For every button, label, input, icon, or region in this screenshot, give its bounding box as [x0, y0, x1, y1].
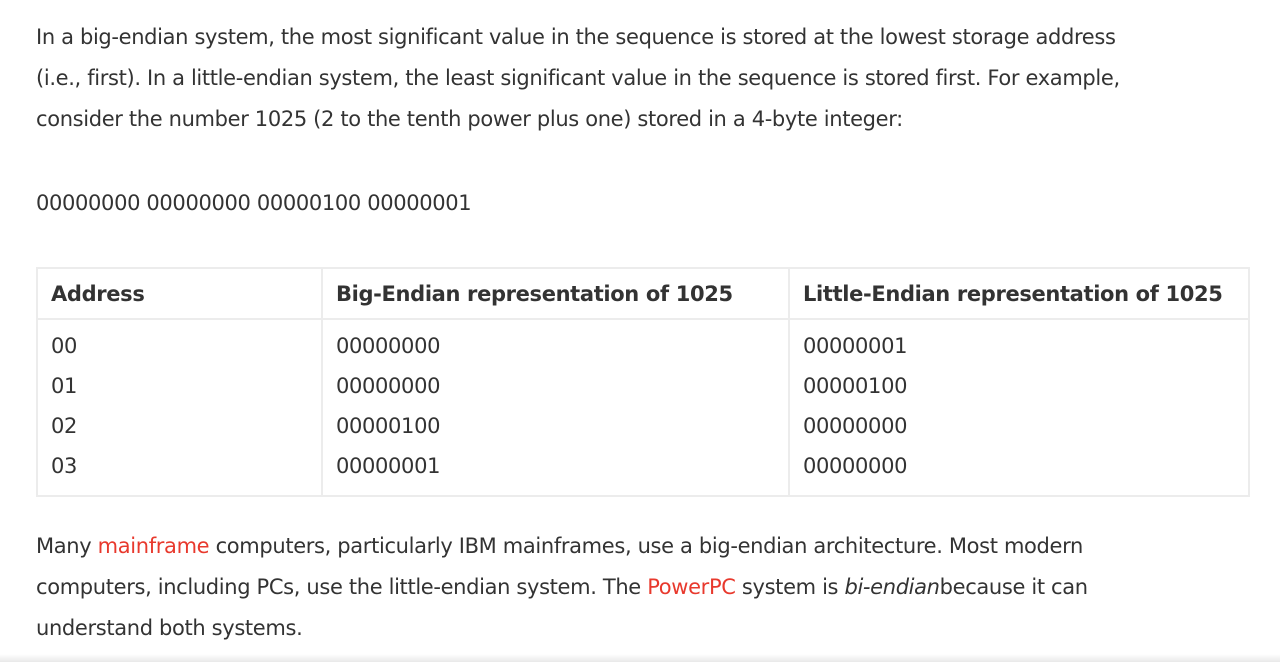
table-row: 02 00000100 00000000 [37, 406, 1249, 446]
cell-address: 03 [37, 446, 323, 496]
cell-address: 01 [37, 366, 323, 406]
outro-text-1a: Many [36, 534, 98, 558]
bottom-shadow [0, 654, 1280, 662]
outro-text-2c: because it can [939, 575, 1088, 599]
outro-text-2a: computers, including PCs, use the little… [36, 575, 648, 599]
cell-big-endian: 00000000 [322, 319, 790, 366]
powerpc-link[interactable]: PowerPC [647, 575, 736, 599]
table-row: 03 00000001 00000000 [37, 446, 1249, 496]
intro-line-1: In a big-endian system, the most signifi… [36, 25, 1116, 49]
endian-table: Address Big-Endian representation of 102… [36, 267, 1250, 497]
cell-big-endian: 00000000 [322, 366, 790, 406]
table-row: 00 00000000 00000001 [37, 319, 1249, 366]
outro-text-1b: computers, particularly IBM mainframes, … [209, 534, 1084, 558]
header-little-endian: Little-Endian representation of 1025 [789, 268, 1249, 320]
outro-text-2b: system is [735, 575, 845, 599]
header-big-endian: Big-Endian representation of 1025 [322, 268, 790, 320]
cell-little-endian: 00000000 [803, 414, 908, 438]
intro-line-2: (i.e., first). In a little-endian system… [36, 66, 1120, 90]
table-header-row: Address Big-Endian representation of 102… [37, 268, 1249, 320]
cell-big-endian: 00000001 [322, 446, 790, 496]
cell-big-endian: 00000100 [322, 406, 790, 446]
cell-little-endian: 00000000 [803, 454, 908, 478]
intro-line-3: consider the number 1025 (2 to the tenth… [36, 107, 903, 131]
mainframe-link[interactable]: mainframe [98, 534, 210, 558]
outro-text-3: understand both systems. [36, 616, 303, 640]
cell-little-endian: 00000001 [803, 334, 908, 358]
binary-representation: 00000000 00000000 00000100 00000001 [36, 191, 472, 215]
cell-address: 02 [37, 406, 323, 446]
outro-paragraph: Many mainframe computers, particularly I… [36, 526, 1250, 649]
table-row: 01 00000000 00000100 [37, 366, 1249, 406]
header-address: Address [37, 268, 323, 320]
intro-paragraph: In a big-endian system, the most signifi… [36, 17, 1250, 140]
cell-little-endian: 00000100 [803, 374, 908, 398]
cell-address: 00 [37, 319, 323, 366]
bi-endian-term: bi-endian [844, 575, 940, 599]
